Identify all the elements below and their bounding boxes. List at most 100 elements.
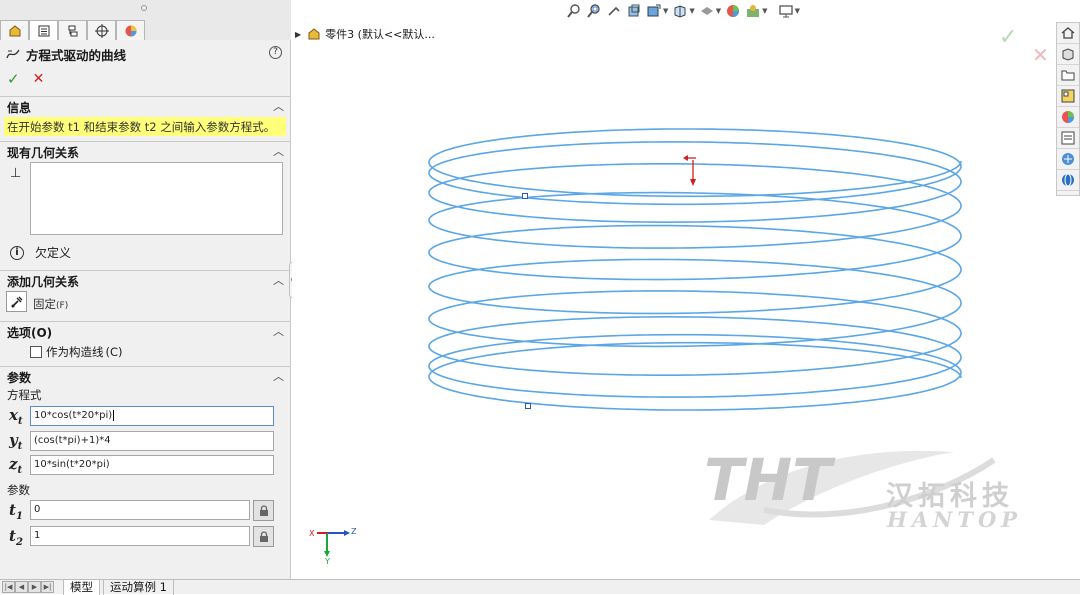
section-view-icon[interactable] — [626, 3, 642, 19]
relation-icon: ⊥ — [10, 166, 22, 181]
dimxpert-tab[interactable] — [87, 20, 116, 40]
tab-scroll-buttons: |◀ ◀ ▶ ▶| — [2, 581, 54, 593]
appearances-icon — [1062, 111, 1074, 123]
task-pane-home[interactable] — [1057, 23, 1079, 44]
first-tab-button[interactable]: |◀ — [2, 581, 15, 593]
z-var-text: z — [9, 455, 18, 473]
task-pane-file-explorer[interactable] — [1057, 65, 1079, 86]
construction-checkbox[interactable] — [30, 346, 42, 358]
x-var-text: x — [9, 406, 18, 424]
previous-view-icon[interactable] — [606, 3, 622, 19]
task-pane-solidworks-forum[interactable] — [1057, 149, 1079, 170]
display-manager-tab[interactable] — [116, 20, 145, 40]
apply-scene-icon[interactable] — [745, 3, 761, 19]
zoom-area-icon[interactable] — [586, 3, 602, 19]
t1-input[interactable]: 0 — [30, 500, 250, 520]
status-text: 欠定义 — [35, 246, 72, 260]
dynamic-annotation-icon[interactable] — [646, 3, 662, 19]
task-pane-3d-content[interactable] — [1057, 170, 1079, 191]
zoom-to-fit-icon[interactable] — [566, 3, 582, 19]
x-equation-input[interactable]: 10*cos(t*20*pi) — [30, 406, 274, 426]
construction-option[interactable]: 作为构造线 (C) — [30, 344, 123, 360]
parameters-heading: 参数 — [7, 371, 32, 385]
t1-lock-button[interactable] — [253, 500, 274, 521]
info-message: 在开始参数 t1 和结束参数 t2 之间输入参数方程式。 — [4, 117, 286, 136]
existing-relations-header[interactable]: 现有几何关系 ︿ — [0, 141, 291, 160]
bottom-tab-bar: |◀ ◀ ▶ ▶| 模型 运动算例 1 — [0, 579, 1080, 595]
y-variable-label: yt — [9, 431, 22, 452]
equation-curve-icon — [6, 49, 20, 59]
view-orientation-icon[interactable] — [672, 3, 688, 19]
watermark-english: HANTOP — [887, 507, 1023, 532]
dropdown-arrow-icon[interactable]: ▼ — [663, 7, 668, 15]
tab-motion-study[interactable]: 运动算例 1 — [103, 580, 174, 595]
info-heading: 信息 — [7, 101, 32, 115]
graphics-viewport[interactable]: XZY ▼ ▼ ▼ ▼ ▼ ▶ 零件3 (默认<<默认... ✓ ✕ THT 汉… — [292, 0, 1080, 579]
curve-start-handle[interactable] — [522, 193, 528, 199]
triad-y-label: Y — [324, 557, 330, 566]
tab-model[interactable]: 模型 — [63, 580, 100, 595]
edit-appearance-icon[interactable] — [725, 3, 741, 19]
task-pane-custom-properties[interactable] — [1057, 128, 1079, 149]
info-section-header[interactable]: 信息 ︿ — [0, 96, 291, 115]
feature-manager-tab[interactable] — [0, 20, 29, 40]
t1-variable-label: t1 — [9, 501, 23, 522]
t1-var-text: t — [9, 501, 16, 519]
design-library-icon — [1062, 48, 1074, 61]
prev-tab-button[interactable]: ◀ — [15, 581, 28, 593]
last-tab-button[interactable]: ▶| — [41, 581, 54, 593]
param-label: 参数 — [7, 483, 30, 497]
view-settings-icon[interactable] — [778, 3, 794, 19]
lock-icon — [259, 504, 268, 516]
heads-up-toolbar: ▼ ▼ ▼ ▼ ▼ — [566, 3, 800, 19]
helix-curve[interactable] — [428, 128, 962, 411]
task-pane-view-palette[interactable] — [1057, 86, 1079, 107]
parameters-header[interactable]: 参数 ︿ — [0, 366, 291, 385]
display-style-icon[interactable] — [699, 3, 715, 19]
next-tab-button[interactable]: ▶ — [28, 581, 41, 593]
dropdown-arrow-icon[interactable]: ▼ — [716, 7, 721, 15]
cancel-button[interactable]: ✕ — [33, 71, 45, 87]
collapse-caret-icon[interactable]: ︿ — [273, 368, 284, 384]
z-var-sub: t — [17, 465, 23, 476]
ok-button[interactable]: ✓ — [7, 70, 20, 88]
collapse-caret-icon[interactable]: ︿ — [273, 272, 284, 288]
t2-input[interactable]: 1 — [30, 526, 250, 546]
watermark-logo-text: THT — [704, 446, 836, 514]
collapse-caret-icon[interactable]: ︿ — [273, 98, 284, 114]
fix-hotkey: (F) — [56, 301, 69, 311]
dropdown-arrow-icon[interactable]: ▼ — [762, 7, 767, 15]
part-name: 零件3 (默认<<默认... — [325, 28, 435, 41]
confirm-cancel-corner[interactable]: ✕ — [1032, 43, 1049, 67]
options-header[interactable]: 选项(O) ︿ — [0, 321, 291, 340]
lock-icon — [259, 530, 268, 542]
task-pane-appearances[interactable] — [1057, 107, 1079, 128]
manager-tab-bar — [0, 0, 291, 40]
t2-var-sub: 2 — [15, 537, 23, 548]
collapse-caret-icon[interactable]: ︿ — [273, 143, 284, 159]
curve-end-handle[interactable] — [525, 403, 531, 409]
info-icon: i — [10, 245, 24, 260]
feature-tree-flyout[interactable]: ▶ 零件3 (默认<<默认... — [295, 26, 435, 42]
add-relations-header[interactable]: 添加几何关系 ︿ — [0, 270, 291, 289]
collapse-caret-icon[interactable]: ︿ — [273, 323, 284, 339]
panel-grip[interactable] — [141, 5, 147, 11]
property-manager-tab[interactable] — [29, 20, 58, 40]
confirm-ok-corner[interactable]: ✓ — [999, 25, 1017, 50]
home-icon — [1061, 27, 1075, 39]
expand-arrow-icon[interactable]: ▶ — [295, 30, 301, 39]
dropdown-arrow-icon[interactable]: ▼ — [795, 7, 800, 15]
x-equation-value: 10*cos(t*20*pi) — [34, 410, 113, 421]
dropdown-arrow-icon[interactable]: ▼ — [689, 7, 694, 15]
reference-triad — [317, 530, 350, 557]
folder-icon — [1061, 70, 1075, 81]
help-icon[interactable]: ? — [269, 46, 282, 59]
fix-relation-button[interactable] — [6, 291, 27, 312]
configuration-manager-tab[interactable] — [58, 20, 87, 40]
task-pane-design-library[interactable] — [1057, 44, 1079, 65]
t2-lock-button[interactable] — [253, 526, 274, 547]
existing-relations-list[interactable] — [30, 162, 283, 235]
y-equation-input[interactable]: (cos(t*pi)+1)*4 — [30, 431, 274, 451]
z-equation-input[interactable]: 10*sin(t*20*pi) — [30, 455, 274, 475]
dimxpert-icon — [94, 23, 109, 38]
